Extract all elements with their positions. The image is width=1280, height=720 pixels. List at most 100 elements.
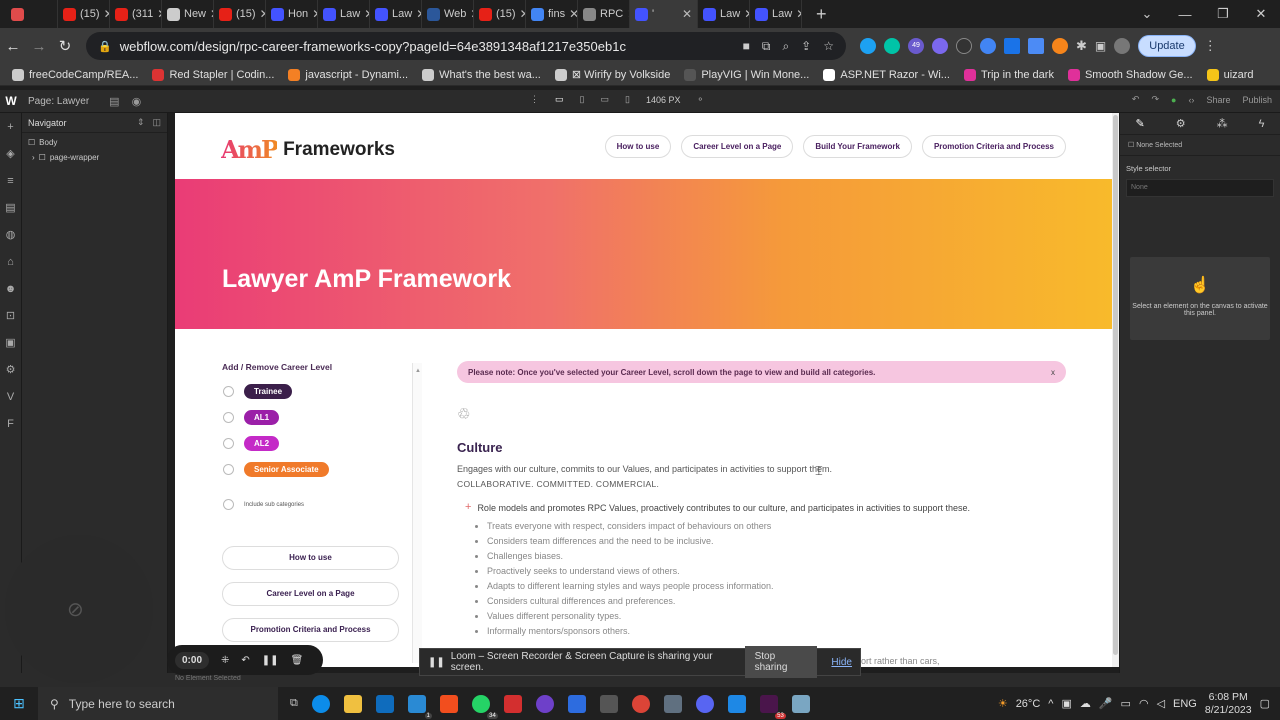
tab-search-icon[interactable]: ⌄ (1128, 6, 1166, 22)
ecommerce-icon[interactable]: ⊡ (5, 310, 17, 322)
side-promotion-button[interactable]: Promotion Criteria and Process (222, 618, 399, 642)
tree-item-body[interactable]: ☐ Body (22, 135, 167, 150)
share-icon[interactable]: ⇪ (801, 39, 811, 54)
pause-icon[interactable]: ❚❚ (262, 655, 279, 666)
zoom-scale-icon[interactable]: ⚬ (696, 94, 704, 105)
calculator-icon[interactable] (663, 694, 682, 713)
close-window-button[interactable]: ✕ (1242, 6, 1280, 22)
comment-icon[interactable]: ▤ (109, 95, 119, 108)
code-icon[interactable]: ‹› (1188, 95, 1194, 105)
bookmark-item[interactable]: javascript - Dynami... (288, 68, 408, 81)
new-tab-button[interactable]: + (816, 4, 827, 25)
metamask-icon[interactable] (1052, 38, 1068, 54)
bookmark-item[interactable]: Red Stapler | Codin... (152, 68, 274, 81)
more-icon[interactable]: ⋮ (530, 94, 539, 105)
onedrive-icon[interactable]: ☁ (1080, 697, 1091, 710)
delete-icon[interactable]: 🗑 (291, 655, 304, 666)
symbols-icon[interactable]: ⌂ (5, 256, 17, 268)
bookmark-star-icon[interactable]: ☆ (823, 39, 834, 54)
layers-icon[interactable]: ≡ (5, 175, 17, 187)
browser-tab[interactable]: Law✕ (750, 0, 802, 28)
close-tab-icon[interactable]: ✕ (796, 7, 801, 21)
tray-chevron-icon[interactable]: ^ (1048, 698, 1053, 710)
level-senior-associate[interactable]: Senior Associate (223, 462, 329, 477)
extension-icon[interactable] (1004, 38, 1020, 54)
restart-icon[interactable]: ↶ (241, 655, 249, 666)
add-panel-icon[interactable]: + (5, 121, 17, 133)
webflow-logo-icon[interactable]: W (0, 94, 22, 108)
extensions-puzzle-icon[interactable]: ✱ (1076, 38, 1087, 54)
cms-icon[interactable]: ◍ (5, 229, 17, 241)
scroll-thumb[interactable] (1113, 115, 1118, 655)
level-radio[interactable] (223, 412, 234, 423)
weather-temp[interactable]: 26°C (1016, 698, 1041, 710)
bookmark-item[interactable]: Smooth Shadow Ge... (1067, 68, 1193, 81)
capcut-icon[interactable] (599, 694, 618, 713)
task-view-icon[interactable]: ⧉ (290, 697, 298, 710)
sidebar-scrollbar[interactable]: ▲ (412, 363, 422, 663)
include-subcategories[interactable]: Include sub categories (223, 499, 304, 510)
reload-button[interactable]: ↻ (52, 37, 78, 55)
figma-icon[interactable] (439, 694, 458, 713)
redo-icon[interactable]: ↷ (1151, 94, 1159, 105)
browser-tab[interactable]: (311✕ (110, 0, 162, 28)
extension-icon[interactable] (980, 38, 996, 54)
expand-icon[interactable]: ⇕ (137, 117, 145, 128)
publish-button[interactable]: Publish (1242, 95, 1272, 105)
desktop-breakpoint-icon[interactable]: ▭ (555, 94, 564, 105)
bookmark-item[interactable]: ASP.NET Razor - Wi... (823, 68, 950, 81)
tablet-breakpoint-icon[interactable]: ▯ (580, 94, 585, 105)
role-model-item[interactable]: + Role models and promotes RPC Values, p… (465, 502, 970, 514)
slack-icon[interactable]: 53 (759, 694, 786, 719)
notice-close-button[interactable]: x (1051, 368, 1055, 377)
style-manager-icon[interactable]: ⁂ (1217, 117, 1228, 130)
hide-link[interactable]: Hide (831, 657, 852, 668)
extension-icon[interactable] (884, 38, 900, 54)
users-icon[interactable]: ☻ (5, 283, 17, 295)
subcategories-radio[interactable] (223, 499, 234, 510)
extension-icon[interactable] (860, 38, 876, 54)
chrome-icon[interactable] (631, 694, 650, 713)
browser-tab[interactable]: (15)✕ (58, 0, 110, 28)
level-trainee[interactable]: Trainee (223, 384, 293, 399)
bookmark-item[interactable]: Trip in the dark (963, 68, 1054, 81)
language[interactable]: ENG (1173, 698, 1197, 710)
clock[interactable]: 6:08 PM 8/21/2023 (1205, 691, 1252, 717)
undo-icon[interactable]: ↶ (1132, 94, 1140, 105)
loom-camera-bubble[interactable]: ⊘ (5, 535, 153, 683)
style-selector-input[interactable]: None (1126, 179, 1274, 197)
close-tab-icon[interactable]: ✕ (569, 7, 577, 21)
browser-tab[interactable]: (15)✕ (474, 0, 526, 28)
mail-icon[interactable] (375, 694, 394, 713)
assets-icon[interactable]: ▣ (5, 337, 17, 349)
style-brush-icon[interactable]: ✎ (1136, 117, 1145, 130)
maximize-button[interactable]: ❐ (1204, 6, 1242, 22)
avatar[interactable] (1114, 38, 1131, 54)
nav-career-level[interactable]: Career Level on a Page (681, 135, 794, 158)
wps-icon[interactable] (503, 694, 522, 713)
nav-build-framework[interactable]: Build Your Framework (803, 135, 912, 158)
browser-tab[interactable]: RPC✕ (578, 0, 630, 28)
notification-icon[interactable]: ▢ (1260, 697, 1270, 710)
drag-handle-icon[interactable]: ⁜ (221, 655, 229, 666)
sidepanel-icon[interactable]: ▣ (1095, 39, 1106, 53)
navigator-icon[interactable]: ◈ (5, 148, 17, 160)
mic-icon[interactable]: 🎤 (1099, 697, 1113, 710)
expand-plus-icon[interactable]: + (465, 502, 471, 513)
share-button[interactable]: Share (1206, 95, 1230, 105)
forward-button[interactable]: → (26, 38, 52, 55)
extension-icon[interactable] (932, 38, 948, 54)
browser-tab[interactable]: Hon✕ (266, 0, 318, 28)
vscode-icon[interactable]: 1 (407, 694, 432, 719)
browser-tab[interactable]: Law✕ (370, 0, 422, 28)
browser-tab[interactable]: ' ✕ (630, 0, 698, 28)
open-external-icon[interactable]: ⧉ (762, 39, 771, 54)
back-button[interactable]: ← (0, 38, 26, 55)
portrait-breakpoint-icon[interactable]: ▯ (625, 94, 630, 105)
address-bar[interactable]: 🔒 webflow.com/design/rpc-career-framewor… (86, 32, 846, 60)
browser-tab[interactable]: Law✕ (318, 0, 370, 28)
network-icon[interactable]: ◠ (1139, 697, 1149, 710)
app-icon[interactable] (567, 694, 586, 713)
caret-right-icon[interactable]: › (32, 153, 35, 162)
browser-tab[interactable]: New✕ (162, 0, 214, 28)
